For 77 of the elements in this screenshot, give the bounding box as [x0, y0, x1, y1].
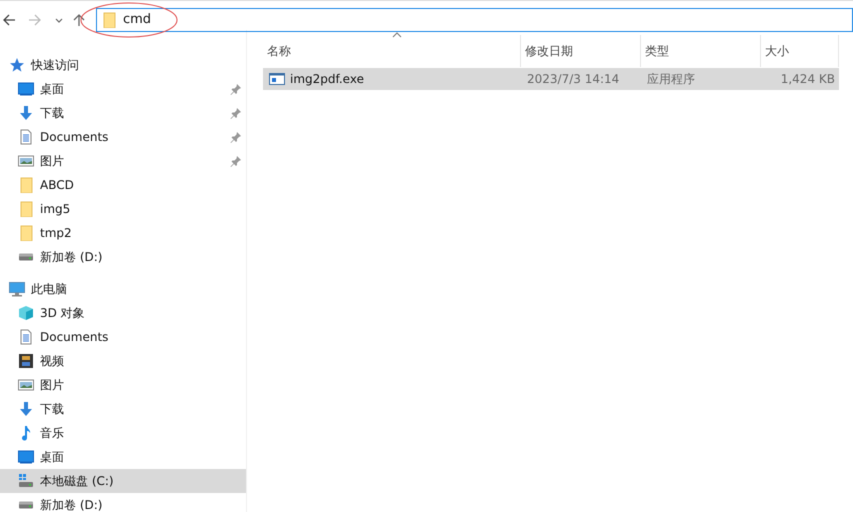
- nav-label: 图片: [40, 152, 65, 170]
- nav-item[interactable]: img5: [0, 197, 246, 221]
- up-arrow-icon[interactable]: [72, 12, 86, 26]
- nav-item[interactable]: 视频: [0, 349, 246, 373]
- down-arrow-icon: [18, 105, 34, 121]
- document-icon: [18, 329, 34, 345]
- nav-item[interactable]: 音乐: [0, 421, 246, 445]
- file-row[interactable]: img2pdf.exe 2023/7/3 14:14 应用程序 1,424 KB: [263, 68, 839, 90]
- nav-item[interactable]: 新加卷 (D:): [0, 493, 246, 512]
- forward-arrow-icon[interactable]: [28, 12, 42, 26]
- folder-icon: [18, 201, 34, 217]
- column-header[interactable]: 修改日期: [521, 35, 641, 67]
- folder-icon: [18, 225, 34, 241]
- column-header[interactable]: 名称: [263, 35, 521, 67]
- down-arrow-icon: [18, 401, 34, 417]
- file-size: 1,424 KB: [780, 72, 836, 86]
- film-icon: [18, 353, 34, 369]
- nav-label: 3D 对象: [40, 304, 86, 322]
- document-icon: [18, 129, 34, 145]
- nav-group-header[interactable]: 快速访问: [0, 53, 246, 77]
- nav-label: 桌面: [40, 80, 65, 98]
- nav-item[interactable]: 桌面: [0, 445, 246, 469]
- pin-icon[interactable]: [230, 155, 242, 167]
- nav-label: 下载: [40, 104, 65, 122]
- nav-label: ABCD: [40, 178, 75, 192]
- cube-icon: [18, 305, 34, 321]
- nav-label: img5: [40, 202, 72, 216]
- nav-item[interactable]: 图片: [0, 149, 246, 173]
- nav-item[interactable]: Documents: [0, 125, 246, 149]
- back-arrow-icon[interactable]: [2, 12, 16, 26]
- folder-icon: [101, 12, 117, 28]
- nav-label: 新加卷 (D:): [40, 496, 104, 512]
- pin-icon[interactable]: [230, 131, 242, 143]
- nav-item[interactable]: 图片: [0, 373, 246, 397]
- nav-label: 此电脑: [31, 280, 67, 298]
- picture-icon: [18, 377, 34, 393]
- nav-label: 音乐: [40, 424, 65, 442]
- address-path: cmd: [123, 12, 152, 27]
- computer-icon: [9, 281, 25, 297]
- nav-item[interactable]: 下载: [0, 101, 246, 125]
- nav-item[interactable]: 新加卷 (D:): [0, 245, 246, 269]
- nav-label: 下载: [40, 400, 65, 418]
- address-bar[interactable]: cmd: [96, 8, 853, 32]
- picture-icon: [18, 153, 34, 169]
- nav-label: tmp2: [40, 226, 73, 240]
- nav-item[interactable]: 本地磁盘 (C:): [0, 469, 246, 493]
- nav-item[interactable]: 桌面: [0, 77, 246, 101]
- monitor-icon: [18, 81, 34, 97]
- modified-date: 2023/7/3 14:14: [526, 72, 620, 86]
- drive-icon: [18, 473, 34, 489]
- monitor-icon: [18, 449, 34, 465]
- nav-label: 快速访问: [31, 56, 79, 74]
- nav-label: Documents: [40, 330, 110, 344]
- pin-icon[interactable]: [230, 107, 242, 119]
- pin-icon[interactable]: [230, 83, 242, 95]
- sort-caret-icon: [392, 32, 402, 38]
- nav-label: 桌面: [40, 448, 65, 466]
- file-type: 应用程序: [646, 70, 696, 88]
- star-icon: [9, 57, 25, 73]
- nav-item[interactable]: 3D 对象: [0, 301, 246, 325]
- nav-label: 图片: [40, 376, 65, 394]
- nav-label: 新加卷 (D:): [40, 248, 104, 266]
- nav-item[interactable]: tmp2: [0, 221, 246, 245]
- nav-label: 本地磁盘 (C:): [40, 472, 115, 490]
- file-name: img2pdf.exe: [290, 72, 364, 86]
- drive-icon: [18, 501, 34, 509]
- nav-label: 视频: [40, 352, 65, 370]
- nav-group-header[interactable]: 此电脑: [0, 277, 246, 301]
- folder-icon: [18, 177, 34, 193]
- column-header[interactable]: 大小: [761, 35, 839, 67]
- application-icon: [269, 71, 285, 87]
- nav-label: Documents: [40, 130, 110, 144]
- nav-item[interactable]: Documents: [0, 325, 246, 349]
- nav-item[interactable]: 下载: [0, 397, 246, 421]
- nav-item[interactable]: ABCD: [0, 173, 246, 197]
- column-header[interactable]: 类型: [641, 35, 761, 67]
- drive-icon: [18, 253, 34, 261]
